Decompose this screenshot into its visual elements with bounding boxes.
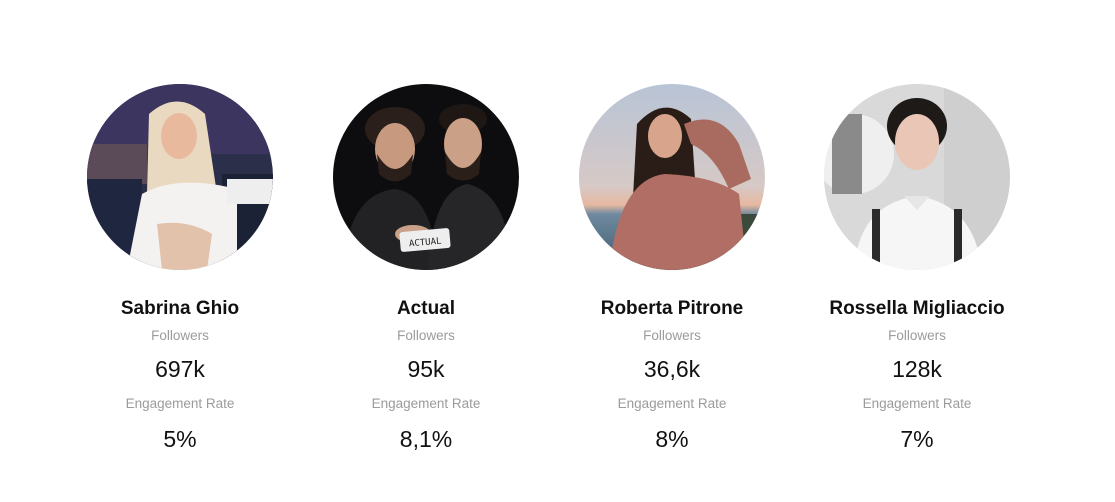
engagement-rate-label: Engagement Rate [862,396,972,411]
followers-count: 36,6k [643,356,701,382]
engagement-rate-value: 7% [900,426,934,452]
engagement-rate-label: Engagement Rate [617,396,727,411]
followers-label: Followers [151,328,209,343]
avatar-photo: ACTUAL [333,84,519,270]
avatar[interactable] [579,84,765,270]
avatar-photo [579,84,765,270]
influencer-name: Sabrina Ghio [120,298,240,319]
influencer-name: Roberta Pitrone [600,298,744,319]
influencer-card-sabrina-ghio[interactable]: Sabrina Ghio Followers 697k Engagement R… [50,84,310,453]
influencer-card-roberta-pitrone[interactable]: Roberta Pitrone Followers 36,6k Engageme… [542,84,802,453]
influencer-name: Rossella Migliaccio [829,298,1005,319]
influencer-card-actual[interactable]: ACTUAL Actual Followers 95k Engagement R… [296,84,556,453]
influencer-grid: Sabrina Ghio Followers 697k Engagement R… [0,0,1115,502]
avatar-photo [824,84,1010,270]
avatar-photo [87,84,273,270]
engagement-rate-value: 5% [163,426,197,452]
engagement-rate-label: Engagement Rate [125,396,235,411]
influencer-card-rossella-migliaccio[interactable]: Rossella Migliaccio Followers 128k Engag… [787,84,1047,453]
avatar[interactable] [824,84,1010,270]
engagement-rate-value: 8% [655,426,689,452]
followers-count: 95k [407,356,445,382]
followers-count: 697k [155,356,205,382]
followers-count: 128k [892,356,942,382]
avatar[interactable]: ACTUAL [333,84,519,270]
followers-label: Followers [888,328,946,343]
engagement-rate-label: Engagement Rate [371,396,481,411]
influencer-name: Actual [396,298,456,319]
followers-label: Followers [397,328,455,343]
followers-label: Followers [643,328,701,343]
engagement-rate-value: 8,1% [399,426,453,452]
avatar[interactable] [87,84,273,270]
